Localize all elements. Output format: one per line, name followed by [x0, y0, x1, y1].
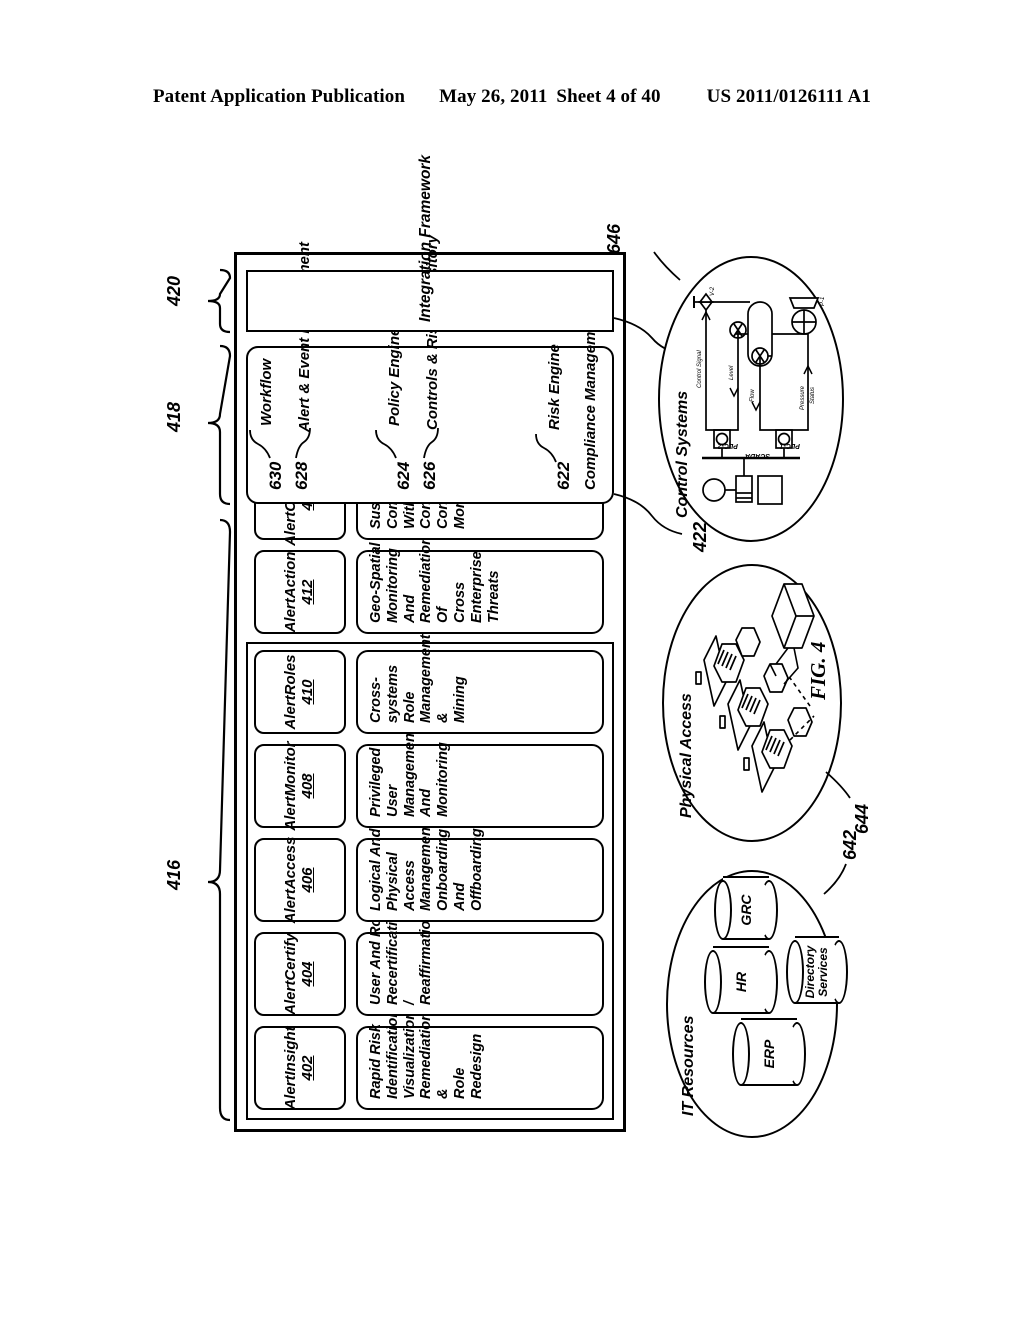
- patent-number: US 2011/0126111 A1: [706, 86, 872, 107]
- db-cylinder-grc: GRC: [714, 876, 778, 940]
- svg-text:Status: Status: [810, 387, 816, 404]
- service-label-compliance-management: Compliance Management: [582, 309, 599, 490]
- module-title: AlertAction: [282, 551, 300, 633]
- module-ref: 412: [299, 579, 316, 605]
- page-header: Patent Application Publication May 26, 2…: [0, 86, 1024, 108]
- figure-label: FIG. 4: [806, 641, 830, 700]
- domain-ref-644: 644: [852, 803, 872, 834]
- service-label-workflow: Workflow: [258, 358, 275, 426]
- module-ref: 402: [299, 1055, 316, 1081]
- module-title: AlertCertify: [282, 933, 300, 1015]
- module-chip-alertaccess[interactable]: AlertAccess 406: [254, 836, 346, 924]
- publication-label: Patent Application Publication: [152, 86, 406, 107]
- module-title: AlertAccess: [282, 836, 300, 924]
- svg-text:Level: Level: [729, 365, 735, 380]
- db-cylinder-directory-services: Directory Services: [786, 936, 848, 1004]
- domain-ref-646: 646: [604, 223, 624, 254]
- module-desc-alertroles: Cross-systems Role Management & Mining: [356, 634, 604, 734]
- figure-canvas: 416 418 420 AlertInsight 402 Rapid Risk …: [162, 155, 872, 1190]
- svg-text:Pressure: Pressure: [800, 385, 806, 410]
- db-label: HR: [732, 971, 749, 993]
- domain-title-physical-access: Physical Access: [678, 693, 695, 818]
- module-chip-alertinsight[interactable]: AlertInsight 402: [254, 1026, 346, 1110]
- db-label: Directory Services: [803, 945, 830, 999]
- module-ref: 406: [299, 867, 316, 893]
- module-ref: 404: [299, 961, 316, 987]
- module-title: AlertMonitor: [282, 741, 300, 831]
- leader-646: [653, 251, 681, 281]
- bracket-ref-418: 418: [164, 401, 184, 432]
- scada-schematic-icon: SCADA PLC-2 PLC-1 Control Signal Level F…: [693, 286, 826, 505]
- module-title: AlertInsight: [282, 1026, 300, 1110]
- db-cylinder-erp: ERP: [732, 1018, 806, 1086]
- domain-ref-642: 642: [840, 829, 860, 860]
- module-desc-alertmonitor: Privileged User Management And Monitorin…: [356, 728, 604, 828]
- db-cylinder-hr: HR: [704, 946, 778, 1014]
- module-desc-alertaccess: Logical And Physical Access Management, …: [356, 818, 604, 922]
- svg-text:PLC-2: PLC-2: [718, 442, 738, 449]
- service-label-policy-engine: Policy Engine: [386, 327, 403, 426]
- figure-stage: 416 418 420 AlertInsight 402 Rapid Risk …: [162, 155, 872, 1190]
- module-title: AlertRoles: [282, 654, 300, 730]
- module-desc-alertinsight: Rapid Risk Identification, Visualization…: [356, 1005, 604, 1110]
- module-ref: 408: [299, 773, 316, 799]
- service-label-risk-engine: Risk Engine: [546, 344, 563, 430]
- svg-text:V-2: V-2: [710, 286, 716, 296]
- bracket-group: [207, 268, 232, 1122]
- module-chip-alertcertify[interactable]: AlertCertify 404: [254, 932, 346, 1016]
- module-desc-alertcertify: User And Role Recertification / Reaffirm…: [356, 904, 604, 1016]
- module-chip-alertroles[interactable]: AlertRoles 410: [254, 650, 346, 734]
- svg-text:SCADA: SCADA: [745, 452, 770, 459]
- bracket-ref-420: 420: [164, 275, 184, 306]
- module-chip-alertmonitor[interactable]: AlertMonitor 408: [254, 741, 346, 831]
- module-ref: 410: [299, 679, 316, 705]
- sheet-number: Sheet 4 of 40: [556, 86, 661, 107]
- module-chip-alertaction[interactable]: AlertAction 412: [254, 550, 346, 634]
- integration-framework-label: Integration Framework: [417, 154, 434, 322]
- svg-text:P-1: P-1: [820, 297, 826, 306]
- db-label: ERP: [760, 1039, 777, 1069]
- bracket-ref-416: 416: [164, 859, 184, 890]
- svg-text:Control Signal: Control Signal: [697, 350, 703, 388]
- publication-date: May 26, 2011: [439, 86, 548, 107]
- module-desc-alertaction: Geo-Spatial Monitoring And Remediation O…: [356, 536, 604, 634]
- db-label: GRC: [737, 894, 754, 926]
- svg-text:PLC-1: PLC-1: [780, 442, 800, 449]
- svg-text:Flow: Flow: [750, 389, 756, 402]
- domain-title-control-systems: Control Systems: [674, 390, 691, 518]
